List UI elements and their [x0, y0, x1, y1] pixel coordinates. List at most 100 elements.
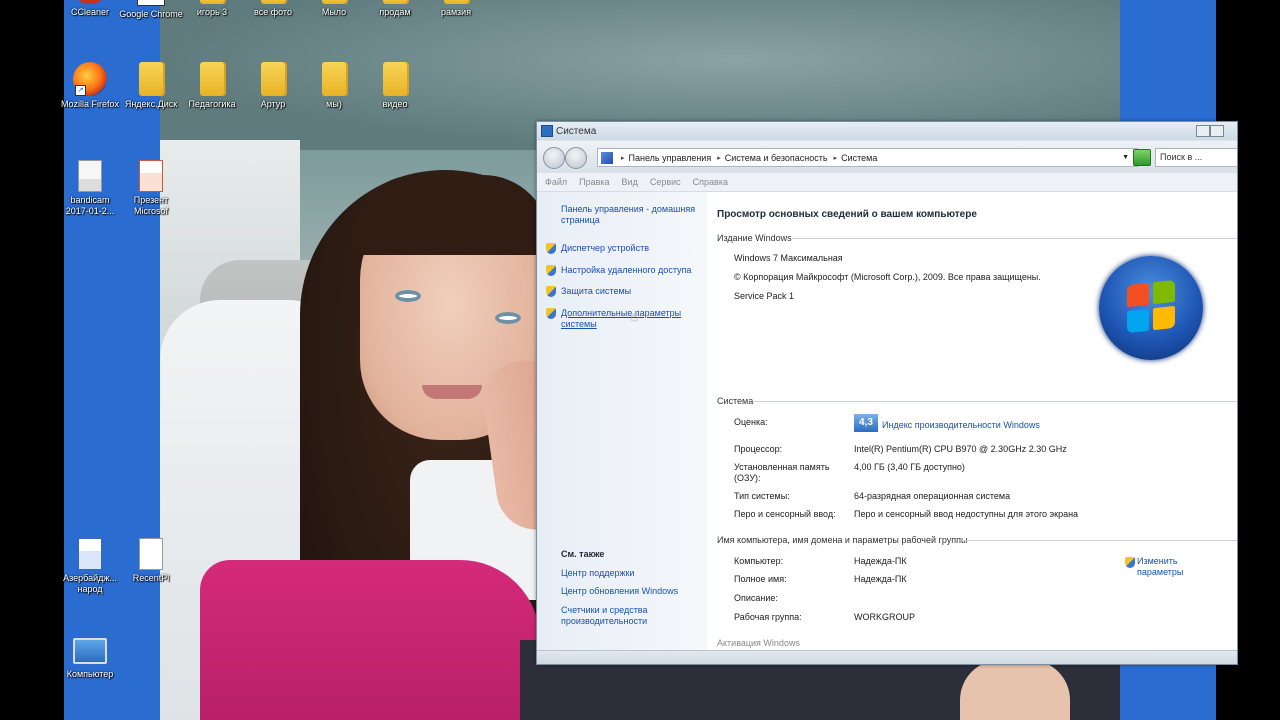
change-settings-link[interactable]: Изменить параметры [1137, 556, 1207, 578]
photo-eye-left [395, 290, 421, 302]
rating-badge[interactable]: 4,3 [854, 414, 878, 432]
control-panel-icon [601, 151, 613, 164]
desktop-icon-label: Компьютер [66, 669, 114, 679]
advanced-settings-link[interactable]: Дополнительные параметры системы [561, 308, 691, 330]
window-content: Панель управления - домашняя страница Ди… [537, 192, 1237, 650]
shield-icon [546, 265, 556, 276]
desktop-icon-artur[interactable]: Артур [241, 62, 305, 110]
device-manager-link[interactable]: Диспетчер устройств [561, 243, 649, 254]
desktop-icon-recentpl[interactable]: RecentPl [119, 536, 183, 584]
system-protection-link[interactable]: Защита системы [561, 286, 631, 297]
desktop-icon-igor3[interactable]: игорь 3 [180, 0, 244, 18]
system-window-icon [541, 125, 553, 137]
desktop-icon-my[interactable]: мы) [302, 62, 366, 110]
section-label: Имя компьютера, имя домена и параметры р… [717, 535, 968, 545]
control-panel-home-link[interactable]: Панель управления - домашняя страница [561, 204, 701, 226]
shield-icon [546, 308, 556, 319]
window-title: Система [556, 125, 597, 137]
chevron-right-icon[interactable]: ▸ [717, 154, 721, 162]
memory-label: Установленная память (ОЗУ): [734, 462, 830, 483]
yandex-disk-folder-icon [139, 62, 163, 96]
breadcrumb-item-security[interactable]: Система и безопасность [725, 153, 828, 163]
powerpoint-file-icon [139, 160, 163, 192]
folder-icon [444, 0, 468, 4]
photo-mouth [422, 385, 482, 399]
breadcrumb-item-system[interactable]: Система [841, 153, 877, 163]
desktop-icon-ramziya[interactable]: рамзия [424, 0, 488, 18]
desktop-icon-label: игорь 3 [196, 7, 228, 17]
letterbox-left [0, 0, 64, 720]
computer-name-label: Компьютер: [734, 556, 784, 566]
desktop-icon-bandicam[interactable]: bandicam 2017-01-2... [58, 158, 122, 217]
section-divider [753, 401, 1237, 402]
system-window[interactable]: Система ▸ Панель управления ▸ Система и … [536, 121, 1238, 665]
system-type-value: 64-разрядная операционная система [854, 491, 1011, 501]
forward-button[interactable] [565, 147, 587, 169]
folder-icon [322, 62, 346, 96]
photo-fingers [960, 660, 1070, 720]
desktop-icon-yadisk[interactable]: Яндекс.Диск [119, 62, 183, 110]
refresh-button[interactable] [1133, 149, 1151, 166]
main-pane: Просмотр основных сведений о вашем компь… [707, 192, 1237, 650]
desktop-icon-label: продам [379, 7, 411, 17]
copyright-text: © Корпорация Майкрософт (Microsoft Corp.… [734, 272, 1041, 282]
desktop-icon-label: Артур [260, 99, 286, 109]
remote-settings-link[interactable]: Настройка удаленного доступа [561, 265, 691, 276]
search-input[interactable]: Поиск в ... [1155, 148, 1237, 167]
folder-icon [261, 0, 285, 4]
desktop-icon-computer[interactable]: Компьютер [58, 632, 122, 680]
window-titlebar[interactable]: Система [537, 122, 1237, 140]
desktop-icon-allphoto[interactable]: все фото [241, 0, 305, 18]
see-also-heading: См. также [561, 549, 605, 559]
chevron-down-icon[interactable]: ▼ [1122, 154, 1129, 161]
desktop-icon-chrome[interactable]: Google Chrome [119, 0, 183, 20]
desktop-icon-azer[interactable]: Азербайдж... народ [58, 536, 122, 595]
breadcrumb[interactable]: ▸ Панель управления ▸ Система и безопасн… [597, 148, 1138, 167]
desktop-icon-label: Азербайдж... народ [63, 573, 117, 594]
desktop-icon-firefox[interactable]: ↗ Mozilla Firefox [58, 62, 122, 110]
desktop-icon-label: CCleaner [70, 7, 110, 17]
breadcrumb-item-control-panel[interactable]: Панель управления [629, 153, 712, 163]
menu-item-help[interactable]: Справка [693, 177, 728, 187]
chevron-right-icon[interactable]: ▸ [834, 154, 838, 162]
address-toolbar: ▸ Панель управления ▸ Система и безопасн… [537, 141, 1237, 173]
desktop-icon-mylo[interactable]: Мыло [302, 0, 366, 18]
ccleaner-icon [77, 0, 103, 4]
hand-cursor-icon: ☝ [630, 308, 639, 324]
shield-icon [546, 243, 556, 254]
desktop-icon-video[interactable]: видео [363, 62, 427, 110]
performance-index-link[interactable]: Индекс производительности Windows [882, 420, 1040, 431]
computer-icon [73, 638, 107, 664]
section-label: Активация Windows [717, 638, 800, 648]
chrome-shortcut-icon [137, 0, 165, 6]
folder-icon [383, 62, 407, 96]
desktop-icon-prezent[interactable]: Презент Microsof [119, 158, 183, 217]
action-center-link[interactable]: Центр поддержки [561, 568, 634, 579]
desktop-icon-label: видео [382, 99, 408, 109]
menu-item-file[interactable]: Файл [545, 177, 567, 187]
avi-file-icon [78, 160, 102, 192]
desktop-icon-ccleaner[interactable]: CCleaner [58, 0, 122, 18]
workgroup-value: WORKGROUP [854, 612, 916, 622]
pen-touch-value: Перо и сенсорный ввод недоступны для это… [854, 509, 1079, 519]
menu-item-edit[interactable]: Правка [579, 177, 609, 187]
rating-label: Оценка: [734, 417, 768, 427]
shield-icon [546, 286, 556, 297]
chevron-right-icon[interactable]: ▸ [621, 154, 625, 162]
back-button[interactable] [543, 147, 565, 169]
minimize-button[interactable] [1196, 125, 1210, 137]
shield-icon [1125, 557, 1135, 568]
maximize-button[interactable] [1210, 125, 1224, 137]
menu-item-tools[interactable]: Сервис [650, 177, 681, 187]
menu-item-view[interactable]: Вид [622, 177, 638, 187]
desktop-icon-prodam[interactable]: продам [363, 0, 427, 18]
computer-section-header: Имя компьютера, имя домена и параметры р… [717, 535, 1237, 545]
logo-quadrant [1153, 305, 1175, 331]
desktop-icon-label: Google Chrome [119, 9, 183, 19]
desktop-icon-pedagogika[interactable]: Педагогика [180, 62, 244, 110]
computer-name-value: Надежда-ПК [854, 556, 907, 566]
folder-icon [261, 62, 285, 96]
windows-update-link[interactable]: Центр обновления Windows [561, 586, 678, 597]
left-task-pane: Панель управления - домашняя страница Ди… [537, 192, 707, 650]
performance-tools-link[interactable]: Счетчики и средства производительности [561, 605, 681, 627]
